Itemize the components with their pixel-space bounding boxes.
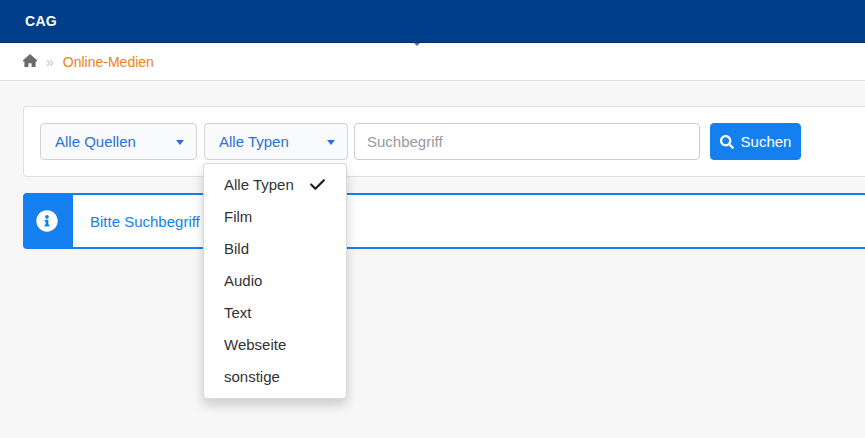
check-icon bbox=[309, 176, 326, 193]
dropdown-item-bild[interactable]: Bild bbox=[204, 233, 346, 265]
breadcrumb: » Online-Medien bbox=[0, 43, 865, 81]
home-icon bbox=[23, 53, 37, 71]
breadcrumb-home-link[interactable] bbox=[23, 53, 37, 71]
breadcrumb-separator: » bbox=[46, 54, 54, 70]
search-panel: Alle Quellen Alle Typen Suchen bbox=[23, 106, 865, 177]
search-button-label: Suchen bbox=[741, 133, 792, 150]
dropdown-item-webseite[interactable]: Webseite bbox=[204, 329, 346, 361]
search-form: Alle Quellen Alle Typen Suchen bbox=[40, 123, 801, 160]
dropdown-item-film[interactable]: Film bbox=[204, 201, 346, 233]
search-button[interactable]: Suchen bbox=[710, 123, 801, 160]
dropdown-item-text[interactable]: Text bbox=[204, 297, 346, 329]
dropdown-item-audio[interactable]: Audio bbox=[204, 265, 346, 297]
info-circle-icon bbox=[36, 210, 58, 232]
dropdown-item-label: Text bbox=[224, 304, 252, 321]
dropdown-item-label: sonstige bbox=[224, 368, 280, 385]
chevron-down-icon bbox=[176, 140, 184, 145]
info-alert: Bitte Suchbegriff bbox=[23, 193, 865, 249]
brand-logo[interactable]: CAG bbox=[25, 0, 57, 42]
dropdown-item-label: Alle Typen bbox=[224, 176, 294, 193]
navbar-pointer-icon bbox=[414, 43, 420, 46]
dropdown-item-label: Film bbox=[224, 208, 252, 225]
info-alert-icon-box bbox=[25, 195, 73, 247]
top-navbar: CAG bbox=[0, 0, 865, 43]
dropdown-item-alle-typen[interactable]: Alle Typen bbox=[204, 169, 346, 201]
source-select[interactable]: Alle Quellen bbox=[40, 123, 197, 160]
dropdown-item-sonstige[interactable]: sonstige bbox=[204, 361, 346, 393]
search-input[interactable] bbox=[354, 123, 700, 160]
source-select-value: Alle Quellen bbox=[55, 124, 196, 159]
info-alert-message: Bitte Suchbegriff bbox=[73, 195, 200, 247]
search-icon bbox=[720, 135, 734, 149]
breadcrumb-current-page: Online-Medien bbox=[63, 54, 154, 70]
dropdown-item-label: Webseite bbox=[224, 336, 286, 353]
type-dropdown-menu: Alle Typen Film Bild Audio Text Webseite… bbox=[203, 163, 347, 399]
dropdown-item-label: Bild bbox=[224, 240, 249, 257]
chevron-down-icon bbox=[327, 140, 335, 145]
dropdown-item-label: Audio bbox=[224, 272, 262, 289]
type-select[interactable]: Alle Typen bbox=[204, 123, 348, 160]
